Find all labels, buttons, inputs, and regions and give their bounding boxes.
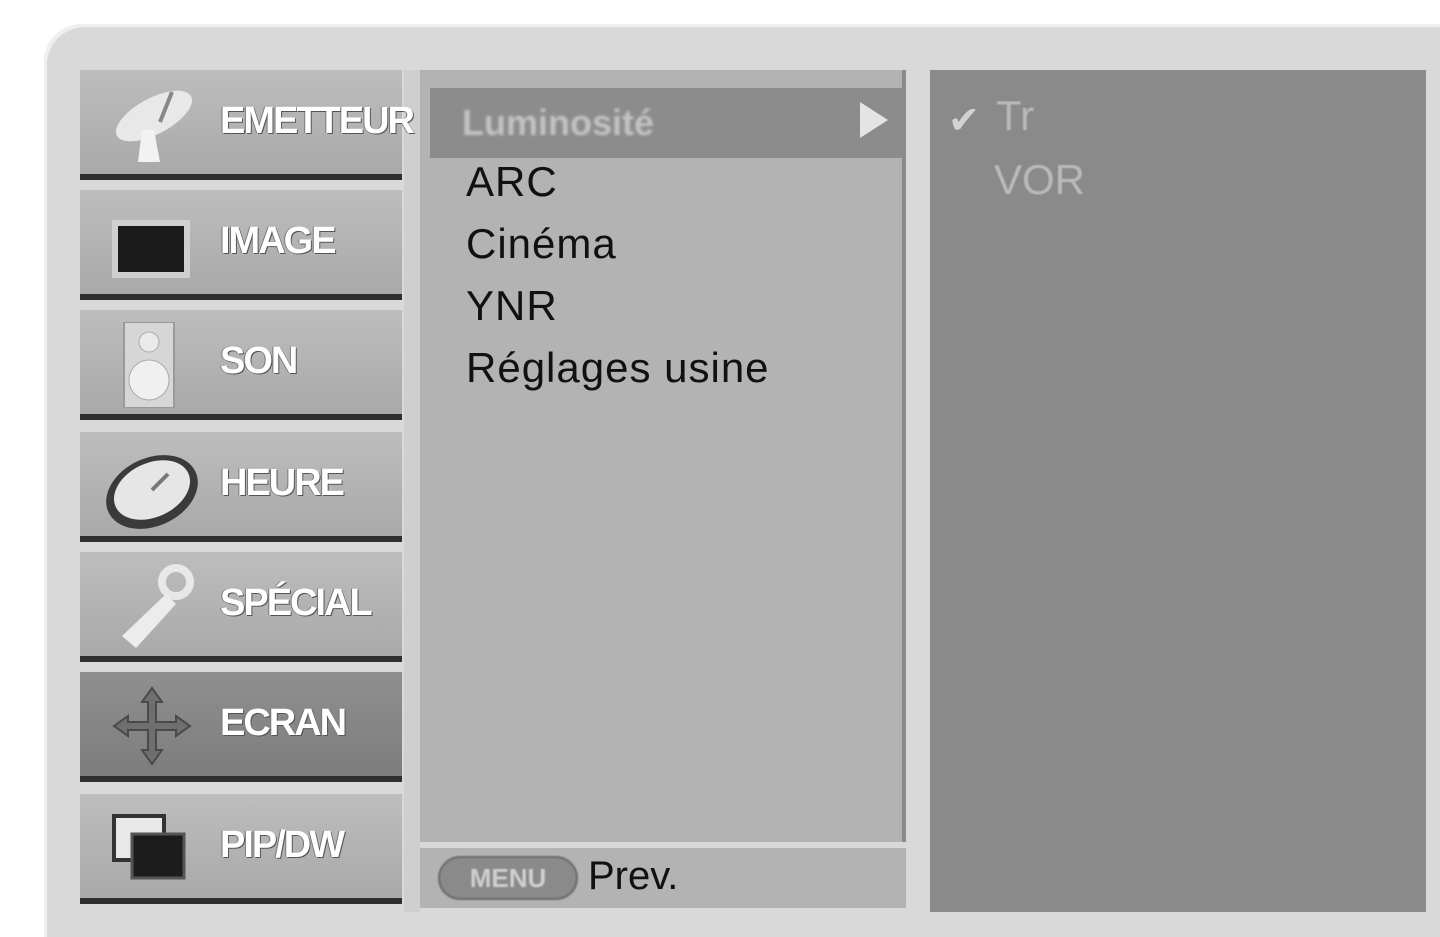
menu-key-button[interactable]: MENU — [438, 856, 578, 900]
key-icon — [122, 564, 194, 648]
category-special[interactable]: SPÉCIAL — [80, 552, 402, 662]
satellite-dish-icon — [115, 90, 193, 162]
category-pip-dw[interactable]: PIP/DW — [80, 794, 402, 904]
picture-icon — [112, 220, 190, 278]
category-label: ECRAN — [220, 702, 347, 744]
submenu-selected-label: Luminosité — [462, 102, 655, 143]
submenu-item-cinema[interactable]: Cinéma — [466, 220, 617, 268]
pip-windows-icon — [112, 814, 186, 880]
triangle-right-icon — [860, 102, 888, 138]
move-arrows-icon — [112, 686, 192, 766]
category-label: EMETTEUR — [220, 100, 415, 142]
category-label: SON — [220, 340, 298, 382]
clock-icon — [106, 455, 198, 529]
category-image[interactable]: IMAGE — [80, 190, 402, 300]
category-label: HEURE — [220, 462, 345, 504]
speaker-icon — [123, 322, 175, 408]
category-label: IMAGE — [220, 220, 337, 262]
submenu-item-arc[interactable]: ARC — [466, 158, 558, 206]
submenu-item-reglages-usine[interactable]: Réglages usine — [466, 344, 770, 392]
submenu-item-selected[interactable]: Luminosité — [430, 88, 906, 158]
category-label: SPÉCIAL — [220, 582, 373, 624]
category-emetteur[interactable]: EMETTEUR — [80, 70, 415, 180]
category-label: PIP/DW — [220, 824, 345, 866]
category-ecran[interactable]: ECRAN — [80, 672, 402, 782]
checkmark-icon: ✔ — [948, 100, 980, 142]
option-item-vor[interactable]: VOR — [994, 156, 1085, 204]
category-heure[interactable]: HEURE — [80, 432, 402, 542]
category-son[interactable]: SON — [80, 310, 402, 420]
column-divider — [404, 70, 420, 912]
submenu-item-ynr[interactable]: YNR — [466, 282, 558, 330]
option-item-tr[interactable]: Tr — [996, 92, 1034, 140]
submenu-footer: MENU Prev. — [420, 848, 906, 908]
prev-label: Prev. — [588, 854, 679, 898]
